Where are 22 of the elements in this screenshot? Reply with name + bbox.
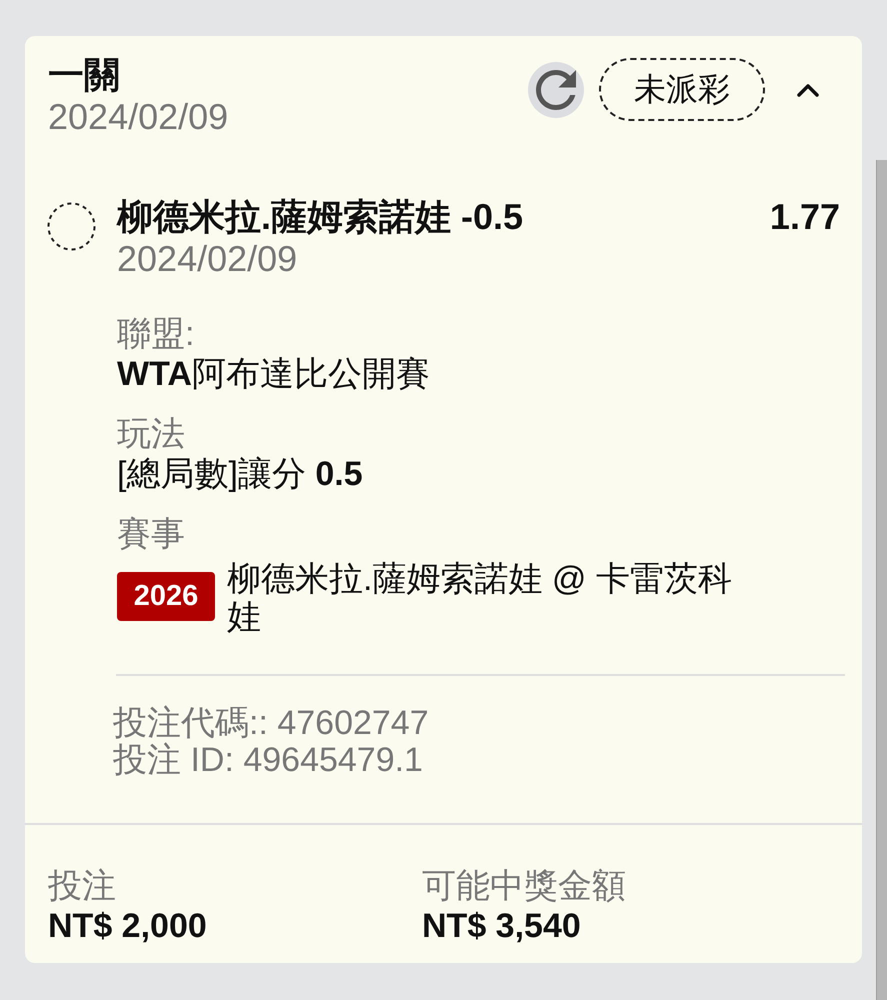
detail-value: [總局數]讓分 0.5 [117, 454, 363, 494]
summary-label: 可能中獎金額 [422, 866, 626, 906]
summary-amount: NT$ 3,540 [422, 906, 581, 946]
selection-date: 2024/02/09 [117, 238, 298, 280]
event-tag: 2026 [117, 572, 215, 621]
detail-label: 玩法 [117, 414, 185, 454]
refresh-icon [536, 70, 576, 110]
selection-name: 柳德米拉.薩姆索諾娃 -0.5 [117, 196, 524, 238]
detail-label: 賽事 [117, 514, 185, 554]
scrollbar-thumb[interactable] [876, 160, 887, 1000]
detail-value: WTA阿布達比公開賽 [117, 354, 430, 394]
bet-reference: 投注代碼:: 47602747 [113, 705, 429, 742]
bet-reference: 投注 ID: 49645479.1 [113, 742, 423, 779]
detail-label: 聯盟: [117, 314, 194, 354]
summary-label: 投注 [48, 866, 116, 906]
event-name: 柳德米拉.薩姆索諾娃 @ 卡雷茨科娃 [227, 560, 733, 636]
ticket-date: 2024/02/09 [48, 96, 228, 138]
summary-amount: NT$ 2,000 [48, 906, 207, 946]
status-pill: 未派彩 [599, 58, 765, 121]
chevron-up-icon [796, 82, 820, 98]
odds-value: 1.77 [770, 196, 840, 238]
ticket-title: 一關 [48, 54, 120, 96]
